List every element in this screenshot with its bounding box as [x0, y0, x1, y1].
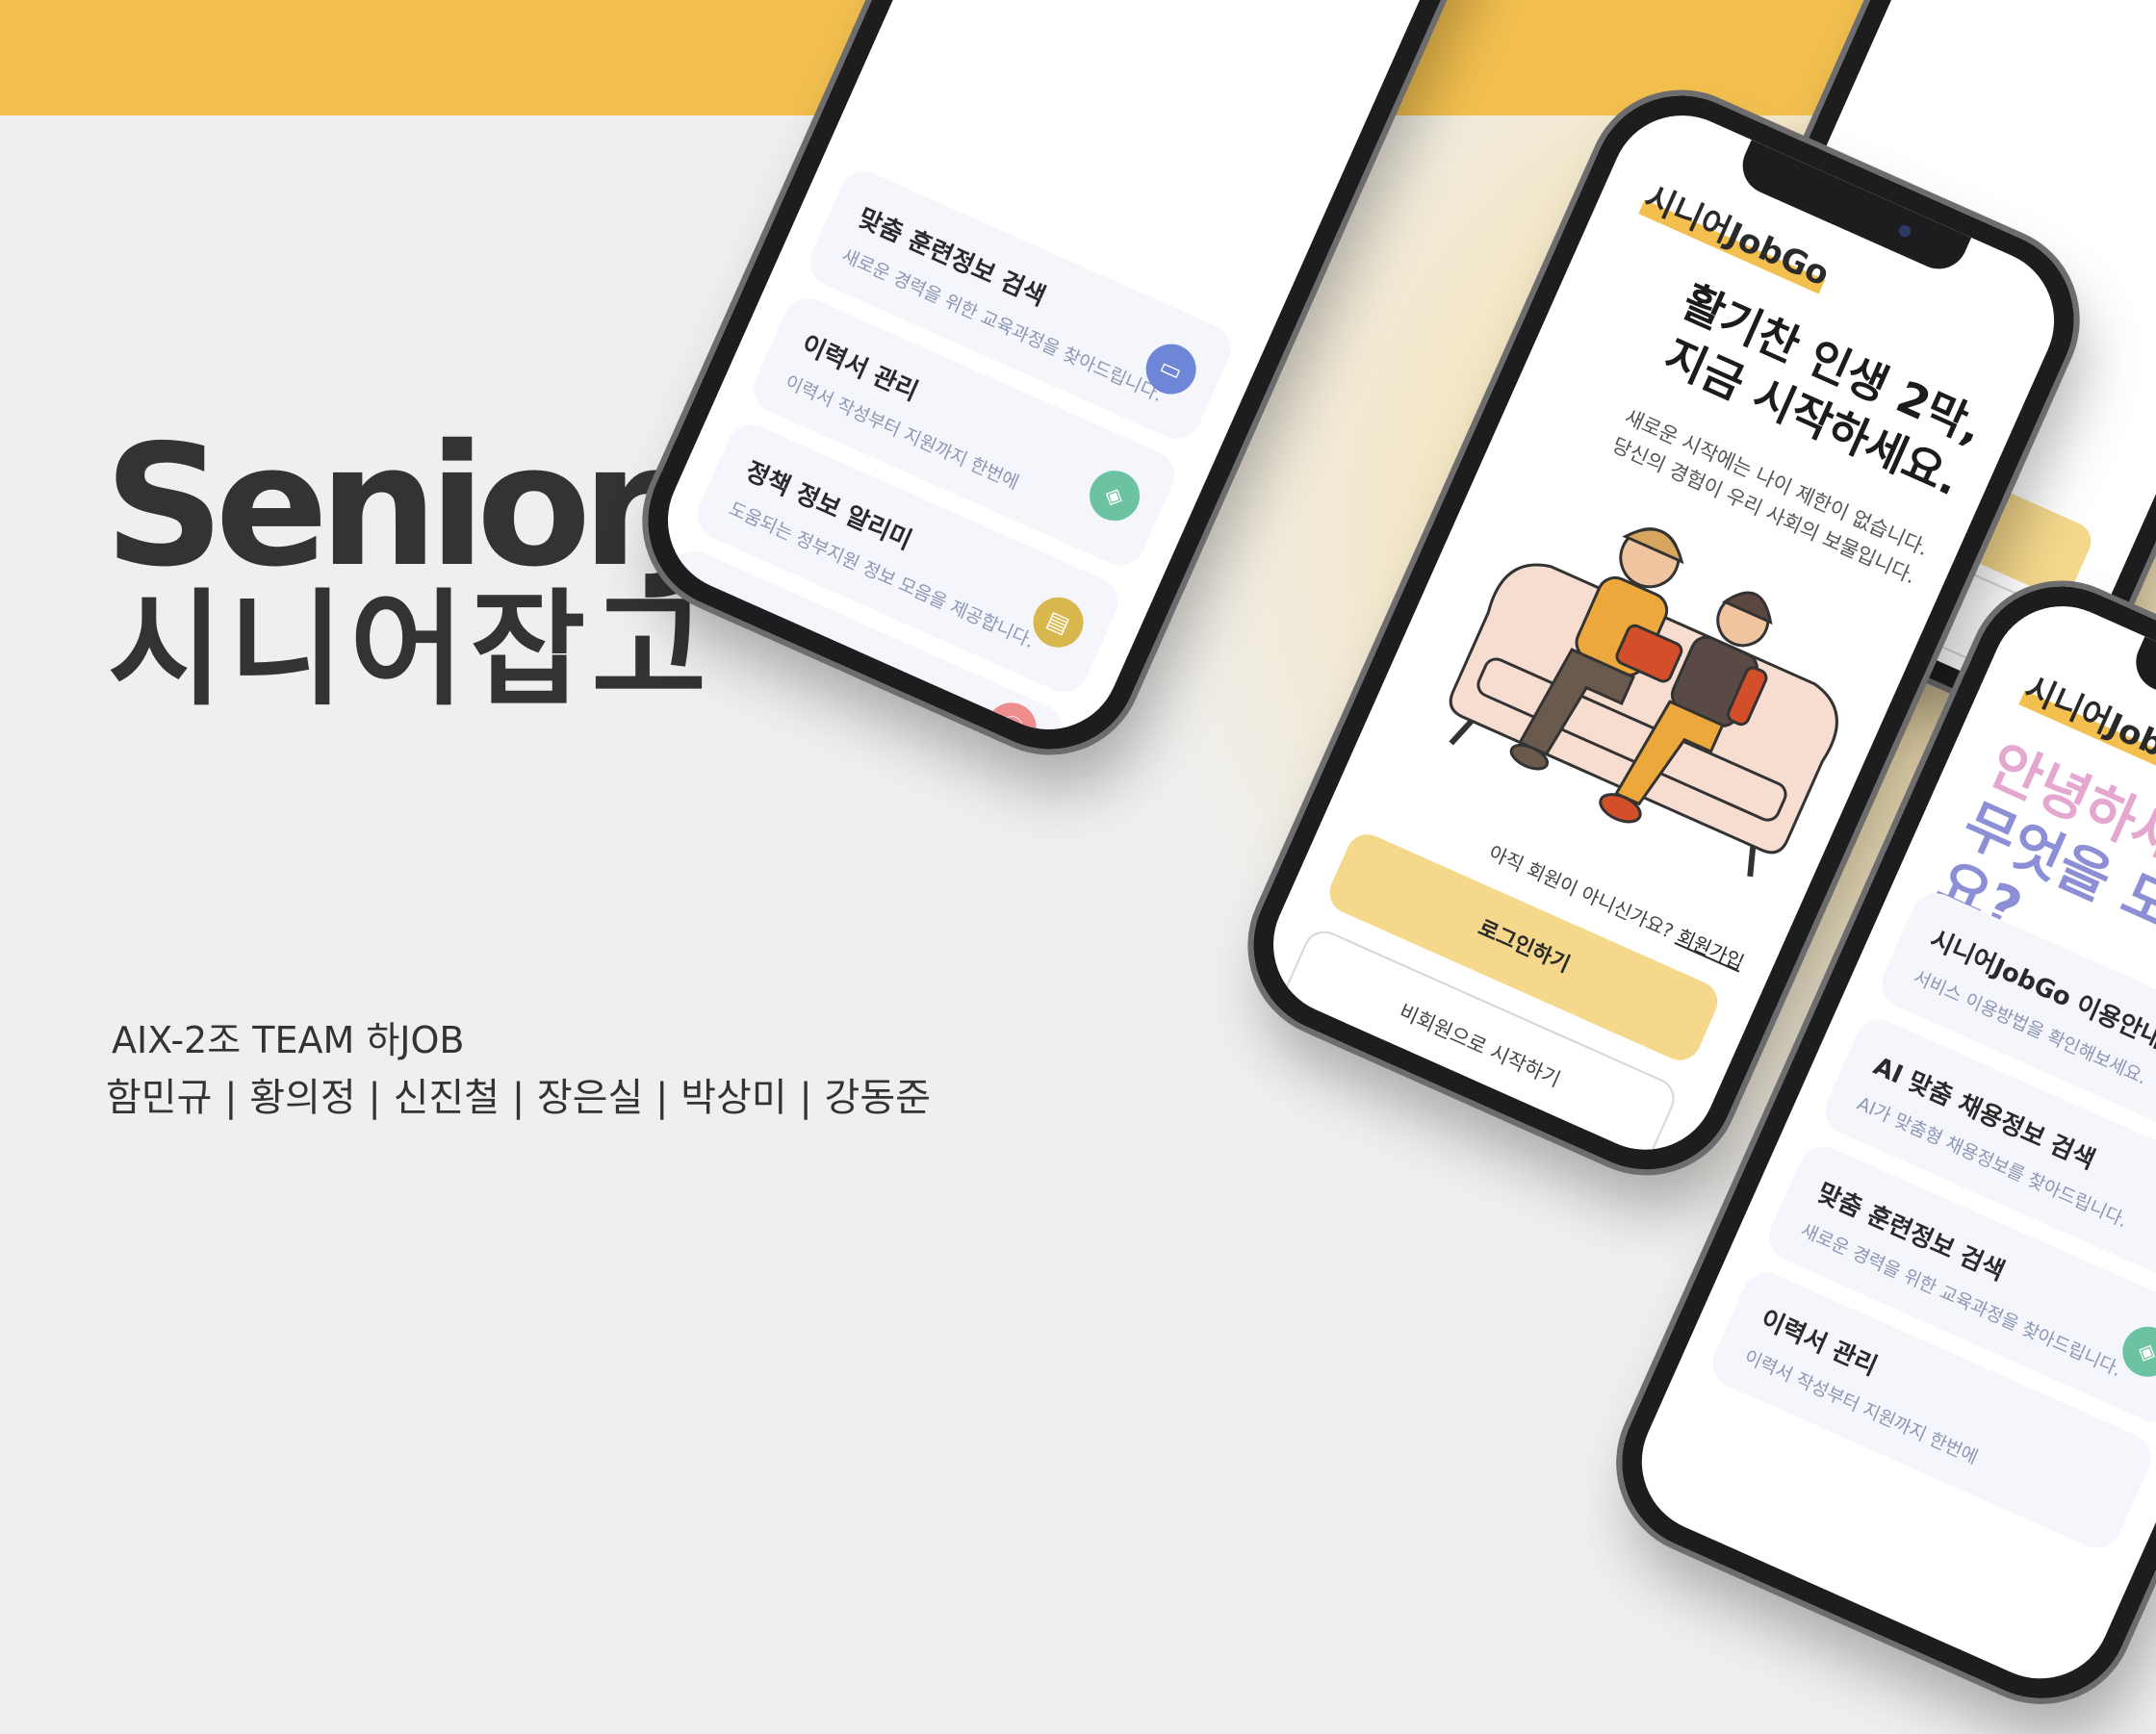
info-icon: ⓘ: [978, 695, 1045, 752]
signup-link[interactable]: 회원가입: [1674, 925, 1748, 975]
camera-icon: [1896, 223, 1912, 240]
brand-title-korean: 시니어잡고: [108, 576, 713, 723]
team-name: AIX-2조 TEAM 하JOB: [112, 1019, 465, 1061]
team-members: 함민규 | 황의정 | 신진철 | 장은실 | 박상미 | 강동준: [106, 1076, 931, 1120]
